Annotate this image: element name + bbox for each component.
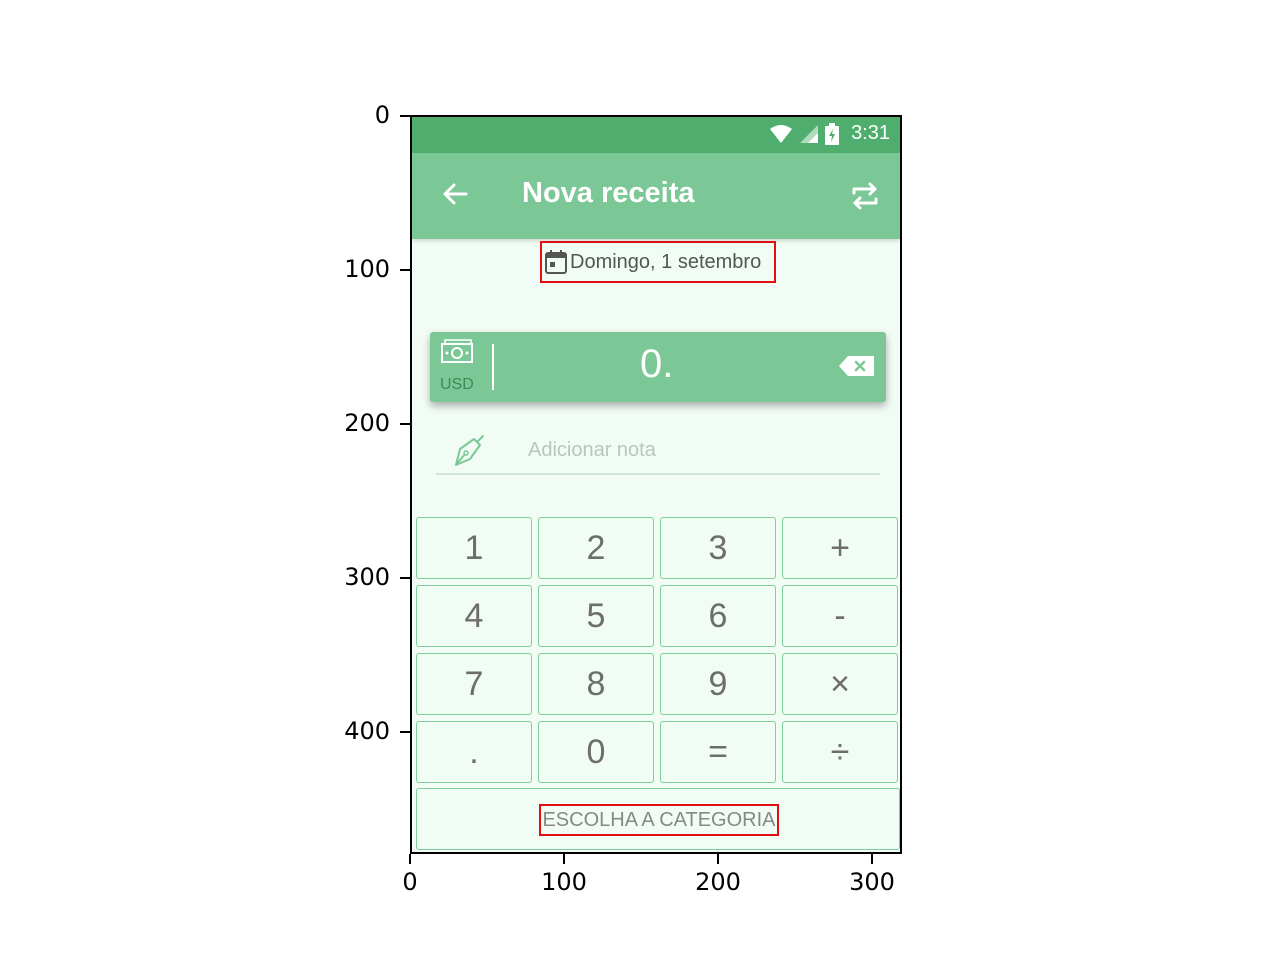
- date-label: Domingo, 1 setembro: [570, 250, 762, 273]
- y-tick-mark: [400, 115, 410, 117]
- x-tick-mark: [563, 854, 565, 864]
- key-8[interactable]: 8: [538, 653, 654, 715]
- x-tick-label: 100: [541, 868, 587, 896]
- signal-icon: [800, 124, 819, 143]
- key-0[interactable]: 0: [538, 721, 654, 783]
- key-5[interactable]: 5: [538, 585, 654, 647]
- x-tick-label: 0: [402, 868, 418, 896]
- x-tick-mark: [409, 854, 411, 864]
- wifi-icon: [770, 124, 793, 143]
- pen-icon: [455, 435, 484, 466]
- app-bar: Nova receita: [412, 153, 900, 239]
- key-1[interactable]: 1: [416, 517, 532, 579]
- amount-card: USD 0.: [430, 332, 886, 402]
- y-tick-label: 200: [344, 409, 390, 437]
- y-tick-label: 0: [374, 101, 390, 129]
- y-tick-mark: [400, 731, 410, 733]
- page-title: Nova receita: [522, 177, 695, 209]
- y-tick-mark: [400, 423, 410, 425]
- note-field[interactable]: Adicionar nota: [436, 429, 880, 475]
- currency-label[interactable]: USD: [440, 376, 474, 394]
- screenshot-frame: 3:31 Nova receita Domingo, 1 setembro US…: [410, 115, 902, 854]
- y-tick-mark: [400, 577, 410, 579]
- key-equals[interactable]: =: [660, 721, 776, 783]
- y-tick-label: 300: [344, 563, 390, 591]
- status-bar: 3:31: [412, 117, 900, 153]
- key-2[interactable]: 2: [538, 517, 654, 579]
- y-tick-label: 100: [344, 255, 390, 283]
- key-3[interactable]: 3: [660, 517, 776, 579]
- backspace-icon[interactable]: [838, 354, 876, 378]
- key-6[interactable]: 6: [660, 585, 776, 647]
- key-minus[interactable]: -: [782, 585, 898, 647]
- money-icon[interactable]: [440, 336, 474, 366]
- key-9[interactable]: 9: [660, 653, 776, 715]
- choose-category-button[interactable]: ESCOLHA A CATEGORIA: [416, 788, 900, 850]
- x-tick-label: 200: [695, 868, 741, 896]
- x-tick-mark: [717, 854, 719, 864]
- x-tick-label: 300: [849, 868, 895, 896]
- key-plus[interactable]: +: [782, 517, 898, 579]
- status-time: 3:31: [851, 122, 890, 144]
- key-divide[interactable]: ÷: [782, 721, 898, 783]
- repeat-icon[interactable]: [848, 179, 882, 213]
- amount-display: 0.: [640, 342, 674, 386]
- arrow-left-icon[interactable]: [440, 179, 470, 209]
- date-picker[interactable]: Domingo, 1 setembro: [540, 241, 776, 283]
- choose-category-label: ESCOLHA A CATEGORIA: [539, 804, 779, 836]
- amount-divider: [492, 344, 494, 390]
- key-4[interactable]: 4: [416, 585, 532, 647]
- key-decimal[interactable]: .: [416, 721, 532, 783]
- status-icons: 3:31: [769, 122, 890, 145]
- x-tick-mark: [871, 854, 873, 864]
- key-multiply[interactable]: ×: [782, 653, 898, 715]
- calendar-icon: [545, 250, 567, 274]
- note-placeholder: Adicionar nota: [528, 439, 656, 461]
- y-tick-mark: [400, 269, 410, 271]
- key-7[interactable]: 7: [416, 653, 532, 715]
- battery-charging-icon: [825, 122, 840, 145]
- y-tick-label: 400: [344, 717, 390, 745]
